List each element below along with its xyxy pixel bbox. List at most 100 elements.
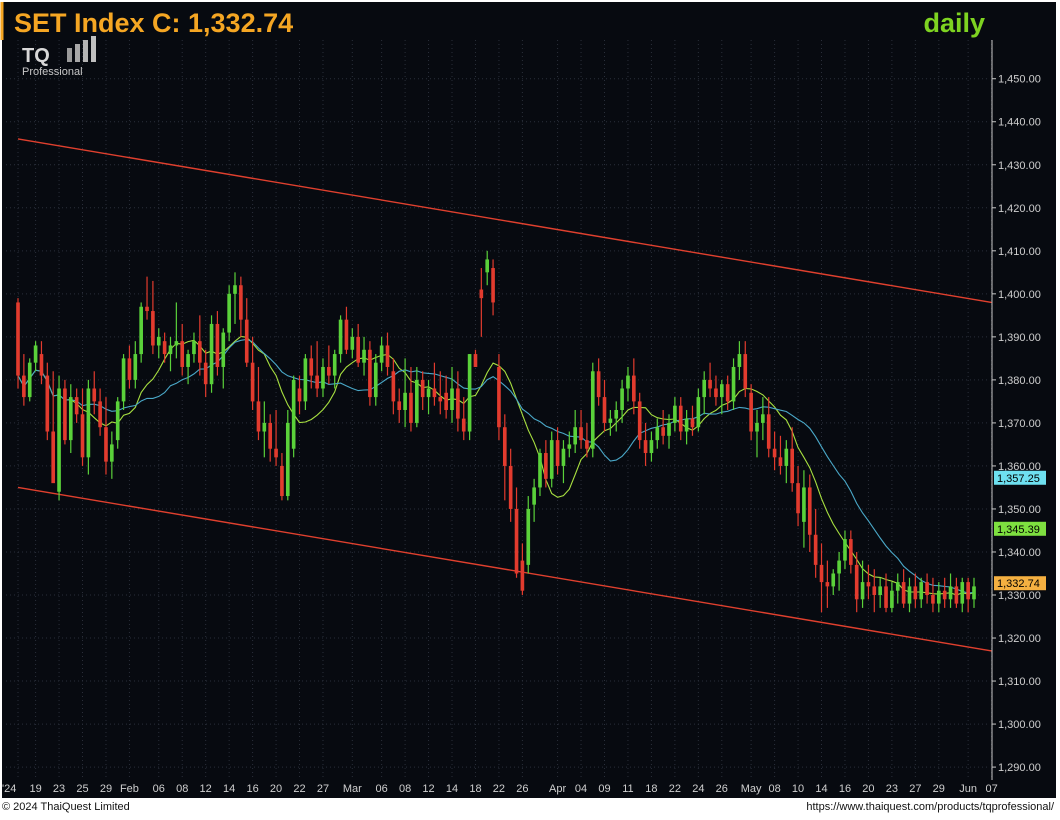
candle-body bbox=[649, 440, 654, 454]
candle-body bbox=[520, 560, 525, 591]
y-tick-label: 1,400.00 bbox=[998, 289, 1041, 301]
candle-body bbox=[925, 582, 929, 595]
candle-body bbox=[186, 354, 190, 367]
candle-body bbox=[297, 388, 302, 402]
x-tick-label: Mar bbox=[343, 783, 362, 795]
candle-body bbox=[203, 362, 208, 385]
candle-body bbox=[350, 336, 355, 350]
candle-body bbox=[303, 358, 308, 402]
x-tick-label: 10 bbox=[792, 783, 804, 795]
candle-body bbox=[555, 440, 560, 466]
candle-body bbox=[233, 285, 237, 294]
candle-body bbox=[92, 388, 97, 402]
candle-body bbox=[291, 379, 296, 449]
plot-background bbox=[2, 2, 1056, 798]
price-tag-label: 1,357.25 bbox=[997, 473, 1040, 485]
candle-body bbox=[626, 375, 630, 389]
x-tick-label: 20 bbox=[270, 783, 282, 795]
candle-body bbox=[778, 457, 783, 466]
candle-body bbox=[702, 379, 707, 398]
candle-body bbox=[790, 448, 795, 484]
x-tick-label: 22 bbox=[493, 783, 505, 795]
candle-body bbox=[415, 379, 419, 423]
candle-body bbox=[749, 392, 753, 432]
candle-body bbox=[538, 453, 542, 488]
candle-body bbox=[849, 539, 853, 565]
x-tick-label: 06 bbox=[376, 783, 388, 795]
candle-body bbox=[80, 414, 85, 458]
candle-body bbox=[602, 397, 607, 423]
candle-body bbox=[268, 422, 273, 449]
candle-body bbox=[104, 427, 108, 462]
x-tick-label: Jun bbox=[959, 783, 977, 795]
candle-body bbox=[127, 358, 132, 380]
candle-body bbox=[39, 354, 44, 376]
candle-body bbox=[549, 440, 554, 479]
candle-body bbox=[819, 564, 824, 583]
candle-body bbox=[63, 388, 67, 441]
x-tick-label: 12 bbox=[200, 783, 212, 795]
candle-body bbox=[632, 375, 636, 402]
candle-body bbox=[714, 388, 718, 398]
candle-body bbox=[57, 388, 61, 492]
candle-body bbox=[802, 487, 806, 522]
x-tick-label: 23 bbox=[886, 783, 898, 795]
x-tick-label: 25 bbox=[76, 783, 88, 795]
x-tick-label: 29 bbox=[100, 783, 112, 795]
candle-body bbox=[960, 582, 965, 604]
candle-body bbox=[766, 414, 771, 449]
x-tick-label: 22 bbox=[293, 783, 305, 795]
candle-body bbox=[262, 422, 267, 432]
candle-body bbox=[514, 508, 519, 574]
candle-body bbox=[544, 453, 548, 479]
candle-body bbox=[327, 366, 331, 376]
y-tick-label: 1,450.00 bbox=[998, 74, 1041, 86]
candle-body bbox=[45, 375, 50, 432]
candle-body bbox=[197, 341, 202, 363]
x-tick-label: Feb bbox=[120, 783, 139, 795]
x-tick-label: 22 bbox=[669, 783, 681, 795]
candle-body bbox=[110, 444, 114, 462]
candle-body bbox=[813, 534, 818, 565]
candle-body bbox=[162, 341, 167, 355]
x-tick-label: 12 bbox=[422, 783, 434, 795]
candle-body bbox=[473, 354, 478, 367]
candle-body bbox=[156, 336, 161, 346]
y-tick-label: 1,350.00 bbox=[998, 504, 1041, 516]
y-tick-label: 1,370.00 bbox=[998, 418, 1041, 430]
candle-body bbox=[68, 397, 73, 441]
candle-body bbox=[420, 379, 425, 398]
x-tick-label: 20 bbox=[862, 783, 874, 795]
candle-body bbox=[250, 362, 255, 402]
candle-body bbox=[972, 586, 976, 600]
x-tick-label: 11 bbox=[622, 783, 633, 795]
y-tick-label: 1,320.00 bbox=[998, 633, 1041, 645]
candle-body bbox=[919, 582, 924, 600]
x-tick-label: 16 bbox=[839, 783, 851, 795]
candle-body bbox=[332, 354, 337, 376]
y-tick-label: 1,300.00 bbox=[998, 719, 1041, 731]
candle-body bbox=[86, 388, 91, 458]
candle-body bbox=[461, 418, 466, 432]
candle-body bbox=[831, 573, 836, 587]
x-tick-label: '24 bbox=[2, 783, 16, 795]
candle-body bbox=[585, 440, 589, 449]
candle-body bbox=[409, 392, 413, 423]
x-tick-label: 24 bbox=[692, 783, 704, 795]
candle-body bbox=[444, 392, 448, 410]
candle-body bbox=[491, 268, 495, 303]
candle-body bbox=[743, 354, 748, 389]
x-tick-label: 14 bbox=[815, 783, 827, 795]
candle-body bbox=[467, 354, 472, 432]
candle-body bbox=[878, 586, 882, 595]
candle-body bbox=[280, 465, 284, 497]
candle-body bbox=[731, 366, 736, 402]
candle-body bbox=[755, 422, 759, 432]
candle-body bbox=[221, 332, 226, 367]
candle-body bbox=[368, 349, 372, 398]
candle-body bbox=[151, 311, 155, 346]
candle-body bbox=[485, 259, 490, 273]
candle-body bbox=[373, 362, 378, 398]
candle-body bbox=[860, 582, 865, 600]
candle-body bbox=[661, 427, 665, 436]
